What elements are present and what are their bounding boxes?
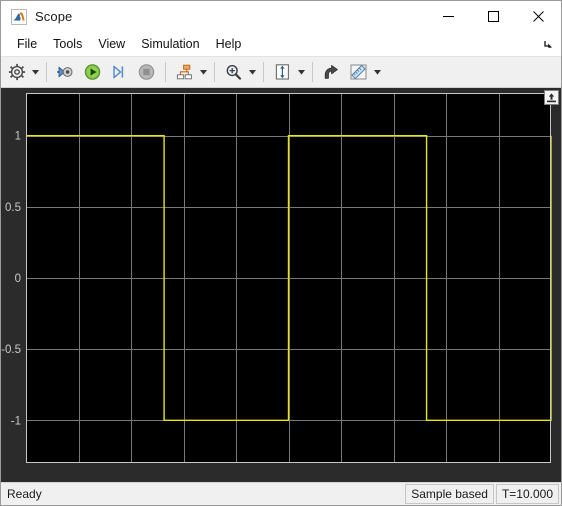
stop-button[interactable] xyxy=(133,60,160,84)
measurements-caret[interactable] xyxy=(372,60,383,84)
gear-icon xyxy=(8,63,26,81)
step-back-button[interactable] xyxy=(52,60,79,84)
matlab-scope-icon xyxy=(11,8,27,25)
signal-selection-button[interactable] xyxy=(171,60,198,84)
toolbar xyxy=(1,57,561,88)
toolbar-separator xyxy=(46,62,47,82)
chevron-down-icon xyxy=(200,69,207,75)
scope-chart: -1-0.500.51012345678910 xyxy=(1,93,552,463)
configuration-properties-button[interactable] xyxy=(4,60,30,84)
status-time: T=10.000 xyxy=(495,484,559,504)
arrow-up-box-icon xyxy=(547,93,556,103)
scope-plot-area[interactable]: -1-0.500.51012345678910 xyxy=(1,88,561,482)
status-sample-mode: Sample based xyxy=(405,484,494,504)
ruler-icon xyxy=(350,64,367,80)
signal-hierarchy-icon xyxy=(176,64,192,80)
autoscale-icon xyxy=(275,64,289,80)
menu-item-help[interactable]: Help xyxy=(208,34,250,54)
y-axis-tick-label: 1 xyxy=(15,131,21,143)
autoscale-button[interactable] xyxy=(269,60,296,84)
zoom-in-icon xyxy=(226,64,242,80)
close-button[interactable] xyxy=(516,1,561,32)
y-axis-tick-label: 0.5 xyxy=(5,202,21,214)
menu-bar: File Tools View Simulation Help xyxy=(1,32,561,57)
maximize-button[interactable] xyxy=(471,1,516,32)
signal-selection-caret[interactable] xyxy=(198,60,209,84)
menu-item-tools[interactable]: Tools xyxy=(45,34,90,54)
scope-window: Scope File Tools View Simulation Help -1… xyxy=(0,0,562,506)
status-state: Ready xyxy=(7,487,42,501)
chevron-down-icon xyxy=(249,69,256,75)
configuration-properties-caret[interactable] xyxy=(30,60,41,84)
style-arrow-icon xyxy=(324,65,338,79)
zoom-caret[interactable] xyxy=(247,60,258,84)
menu-item-file[interactable]: File xyxy=(9,34,45,54)
stop-icon xyxy=(138,64,155,80)
step-forward-icon xyxy=(113,65,124,79)
y-axis-tick-label: -0.5 xyxy=(1,344,21,356)
toolbar-separator xyxy=(165,62,166,82)
chevron-down-icon xyxy=(374,69,381,75)
toolbar-separator xyxy=(214,62,215,82)
style-button[interactable] xyxy=(318,60,345,84)
status-right-group: Sample based T=10.000 xyxy=(403,484,559,504)
autoscale-caret[interactable] xyxy=(296,60,307,84)
axes-maximize-button[interactable] xyxy=(544,90,559,105)
toolbar-separator xyxy=(312,62,313,82)
toolbar-separator xyxy=(263,62,264,82)
step-forward-button[interactable] xyxy=(106,60,133,84)
run-play-icon xyxy=(84,64,101,80)
chevron-down-icon xyxy=(298,69,305,75)
y-axis-tick-label: -1 xyxy=(11,415,21,427)
measurements-button[interactable] xyxy=(345,60,372,84)
zoom-button[interactable] xyxy=(220,60,247,84)
status-bar: Ready Sample based T=10.000 xyxy=(1,482,561,505)
title-bar: Scope xyxy=(1,1,561,32)
run-button[interactable] xyxy=(79,60,106,84)
minimize-button[interactable] xyxy=(426,1,471,32)
window-title: Scope xyxy=(35,9,73,24)
overflow-arrow-icon[interactable] xyxy=(541,37,555,51)
window-controls xyxy=(426,1,561,32)
menu-item-simulation[interactable]: Simulation xyxy=(133,34,207,54)
menu-item-view[interactable]: View xyxy=(90,34,133,54)
y-axis-tick-label: 0 xyxy=(15,273,21,285)
step-back-icon xyxy=(57,66,73,78)
chevron-down-icon xyxy=(32,69,39,75)
